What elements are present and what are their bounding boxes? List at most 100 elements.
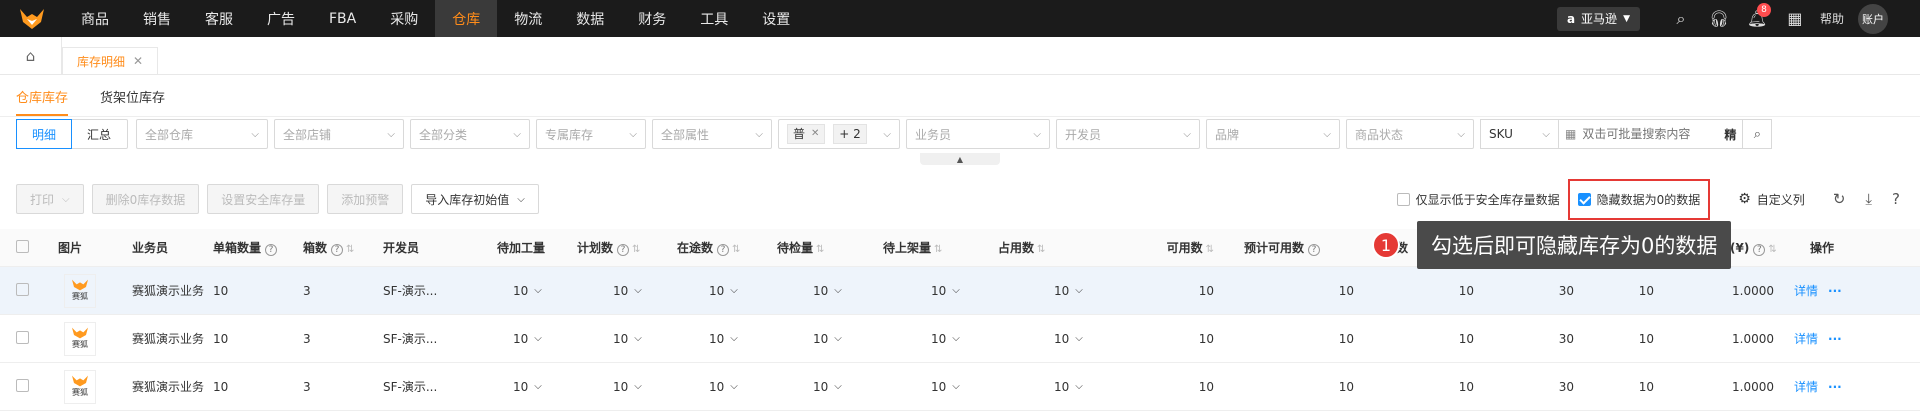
delete-zero-button[interactable]: 删除0库存数据 bbox=[91, 184, 200, 214]
row-checkbox[interactable] bbox=[16, 330, 29, 344]
chevron-down-icon[interactable]: ⌵ bbox=[1075, 333, 1083, 344]
shop-select[interactable]: 全部店铺 ⌵ bbox=[274, 119, 404, 149]
developer-select[interactable]: 开发员 ⌵ bbox=[1056, 119, 1200, 149]
nav-item-sales[interactable]: 销售 bbox=[126, 0, 188, 37]
product-thumbnail[interactable]: 赛狐 bbox=[64, 369, 96, 404]
chevron-down-icon[interactable]: ⌵ bbox=[1075, 285, 1083, 296]
row-checkbox[interactable] bbox=[16, 282, 29, 296]
pending-inspect-cell[interactable]: 10 ⌵ bbox=[773, 380, 879, 394]
sort-icon[interactable]: ⇅ bbox=[732, 244, 740, 255]
chevron-down-icon[interactable]: ⌵ bbox=[952, 285, 960, 296]
close-icon[interactable]: ✕ bbox=[133, 54, 143, 68]
category-select[interactable]: 全部分类 ⌵ bbox=[410, 119, 530, 149]
nav-item-products[interactable]: 商品 bbox=[64, 0, 126, 37]
chevron-down-icon[interactable]: ⌵ bbox=[634, 333, 642, 344]
chevron-down-icon[interactable]: ⌵ bbox=[534, 381, 542, 392]
download-icon[interactable]: ⤓ bbox=[1865, 190, 1872, 208]
more-icon[interactable]: ··· bbox=[1828, 284, 1842, 298]
account-avatar[interactable]: 账户 bbox=[1858, 3, 1888, 34]
search-icon[interactable]: ⌕ bbox=[1662, 9, 1700, 29]
hide-zero-checkbox[interactable] bbox=[1577, 192, 1591, 206]
chevron-down-icon[interactable]: ⌵ bbox=[1075, 381, 1083, 392]
custom-columns-button[interactable]: ⚙ 自定义列 bbox=[1738, 191, 1805, 208]
nav-item-settings[interactable]: 设置 bbox=[745, 0, 807, 37]
occupied-cell[interactable]: 10 ⌵ bbox=[994, 284, 1133, 298]
chevron-down-icon[interactable]: ⌵ bbox=[534, 333, 542, 344]
precise-toggle[interactable]: 精 bbox=[1724, 126, 1736, 143]
view-detail-button[interactable]: 明细 bbox=[16, 119, 72, 149]
nav-item-logistics[interactable]: 物流 bbox=[497, 0, 559, 37]
nav-item-purchase[interactable]: 采购 bbox=[373, 0, 435, 37]
sort-icon[interactable]: ⇅ bbox=[632, 244, 640, 255]
help-circle-icon[interactable]: ? bbox=[331, 244, 344, 256]
sort-icon[interactable]: ⇅ bbox=[1037, 244, 1045, 255]
bell-icon[interactable]: 🔔︎ 8 bbox=[1738, 3, 1776, 28]
in-transit-cell[interactable]: 10 ⌵ bbox=[673, 332, 773, 346]
only-below-safety-checkbox[interactable] bbox=[1396, 192, 1410, 206]
add-alert-button[interactable]: 添加预警 bbox=[327, 184, 404, 214]
apps-grid-icon[interactable]: ▦ bbox=[1776, 9, 1814, 28]
chevron-down-icon[interactable]: ⌵ bbox=[534, 285, 542, 296]
nav-item-warehouse[interactable]: 仓库 bbox=[435, 0, 498, 37]
chevron-down-icon[interactable]: ⌵ bbox=[834, 285, 842, 296]
help-circle-icon[interactable]: ? bbox=[1308, 244, 1321, 256]
nav-item-service[interactable]: 客服 bbox=[188, 0, 250, 37]
attribute-select[interactable]: 全部属性 ⌵ bbox=[652, 119, 772, 149]
help-circle-icon[interactable]: ? bbox=[1753, 244, 1766, 256]
planned-cell[interactable]: 10 ⌵ bbox=[573, 332, 673, 346]
search-type-select[interactable]: SKU ⌵ bbox=[1481, 119, 1559, 149]
pending-process-cell[interactable]: 10 ⌵ bbox=[493, 284, 573, 298]
pending-shelf-cell[interactable]: 10 ⌵ bbox=[879, 380, 994, 394]
nav-item-ads[interactable]: 广告 bbox=[250, 0, 312, 37]
collapse-filters-toggle[interactable]: ▲ bbox=[920, 153, 1000, 165]
product-thumbnail[interactable]: 赛狐 bbox=[64, 273, 96, 308]
planned-cell[interactable]: 10 ⌵ bbox=[573, 380, 673, 394]
sort-icon[interactable]: ⇅ bbox=[1768, 244, 1776, 255]
tab-inventory-detail[interactable]: 库存明细 ✕ bbox=[62, 46, 159, 75]
status-select[interactable]: 商品状态 ⌵ bbox=[1346, 119, 1474, 149]
sort-icon[interactable]: ⇅ bbox=[1206, 244, 1214, 255]
set-safety-stock-button[interactable]: 设置安全库存量 bbox=[207, 184, 320, 214]
chevron-down-icon[interactable]: ⌵ bbox=[952, 333, 960, 344]
help-circle-icon[interactable]: ? bbox=[1892, 190, 1900, 208]
fox-logo-icon[interactable] bbox=[0, 0, 64, 37]
exclusive-select[interactable]: 专属库存 ⌵ bbox=[536, 119, 646, 149]
refresh-icon[interactable]: ↻ bbox=[1833, 190, 1846, 208]
pending-inspect-cell[interactable]: 10 ⌵ bbox=[773, 332, 879, 346]
occupied-cell[interactable]: 10 ⌵ bbox=[994, 380, 1133, 394]
pending-shelf-cell[interactable]: 10 ⌵ bbox=[879, 284, 994, 298]
help-circle-icon[interactable]: ? bbox=[717, 244, 730, 256]
print-button[interactable]: 打印 ⌵ bbox=[16, 184, 84, 214]
help-circle-icon[interactable]: ? bbox=[617, 244, 630, 256]
table-row[interactable]: 赛狐 赛狐演示业务 10 3 SF-演示... 10 ⌵ 10 ⌵ 10 ⌵ 10 ⌵ 10 ⌵ 10 ⌵ 10 1… bbox=[0, 267, 1920, 315]
chevron-down-icon[interactable]: ⌵ bbox=[834, 381, 842, 392]
nav-item-fba[interactable]: FBA bbox=[312, 0, 373, 37]
chevron-down-icon[interactable]: ⌵ bbox=[834, 333, 842, 344]
pending-process-cell[interactable]: 10 ⌵ bbox=[493, 380, 573, 394]
sort-icon[interactable]: ⇅ bbox=[816, 244, 824, 255]
detail-link[interactable]: 详情 bbox=[1794, 332, 1818, 346]
tab-warehouse-inventory[interactable]: 仓库库存 bbox=[16, 87, 69, 116]
product-thumbnail[interactable]: 赛狐 bbox=[64, 321, 96, 356]
sort-icon[interactable]: ⇅ bbox=[346, 244, 354, 255]
pending-shelf-cell[interactable]: 10 ⌵ bbox=[879, 332, 994, 346]
nav-item-finance[interactable]: 财务 bbox=[621, 0, 683, 37]
sort-icon[interactable]: ⇅ bbox=[934, 244, 942, 255]
row-checkbox[interactable] bbox=[16, 378, 29, 392]
search-button[interactable]: ⌕ bbox=[1742, 119, 1773, 149]
nav-item-tools[interactable]: 工具 bbox=[683, 0, 745, 37]
chevron-down-icon[interactable]: ⌵ bbox=[730, 333, 738, 344]
only-below-safety-option[interactable]: 仅显示低于安全库存量数据 bbox=[1396, 191, 1560, 208]
close-icon[interactable]: ✕ bbox=[811, 128, 819, 139]
pending-process-cell[interactable]: 10 ⌵ bbox=[493, 332, 573, 346]
chevron-down-icon[interactable]: ⌵ bbox=[634, 285, 642, 296]
chevron-down-icon[interactable]: ⌵ bbox=[730, 381, 738, 392]
in-transit-cell[interactable]: 10 ⌵ bbox=[673, 284, 773, 298]
help-circle-icon[interactable]: ? bbox=[265, 244, 278, 256]
view-summary-button[interactable]: 汇总 bbox=[71, 120, 127, 148]
home-icon[interactable]: ⌂ bbox=[0, 36, 62, 75]
warehouse-select[interactable]: 全部仓库 ⌵ bbox=[136, 119, 268, 149]
hide-zero-option[interactable]: 隐藏数据为0的数据 bbox=[1567, 178, 1711, 220]
nav-item-data[interactable]: 数据 bbox=[559, 0, 621, 37]
occupied-cell[interactable]: 10 ⌵ bbox=[994, 332, 1133, 346]
